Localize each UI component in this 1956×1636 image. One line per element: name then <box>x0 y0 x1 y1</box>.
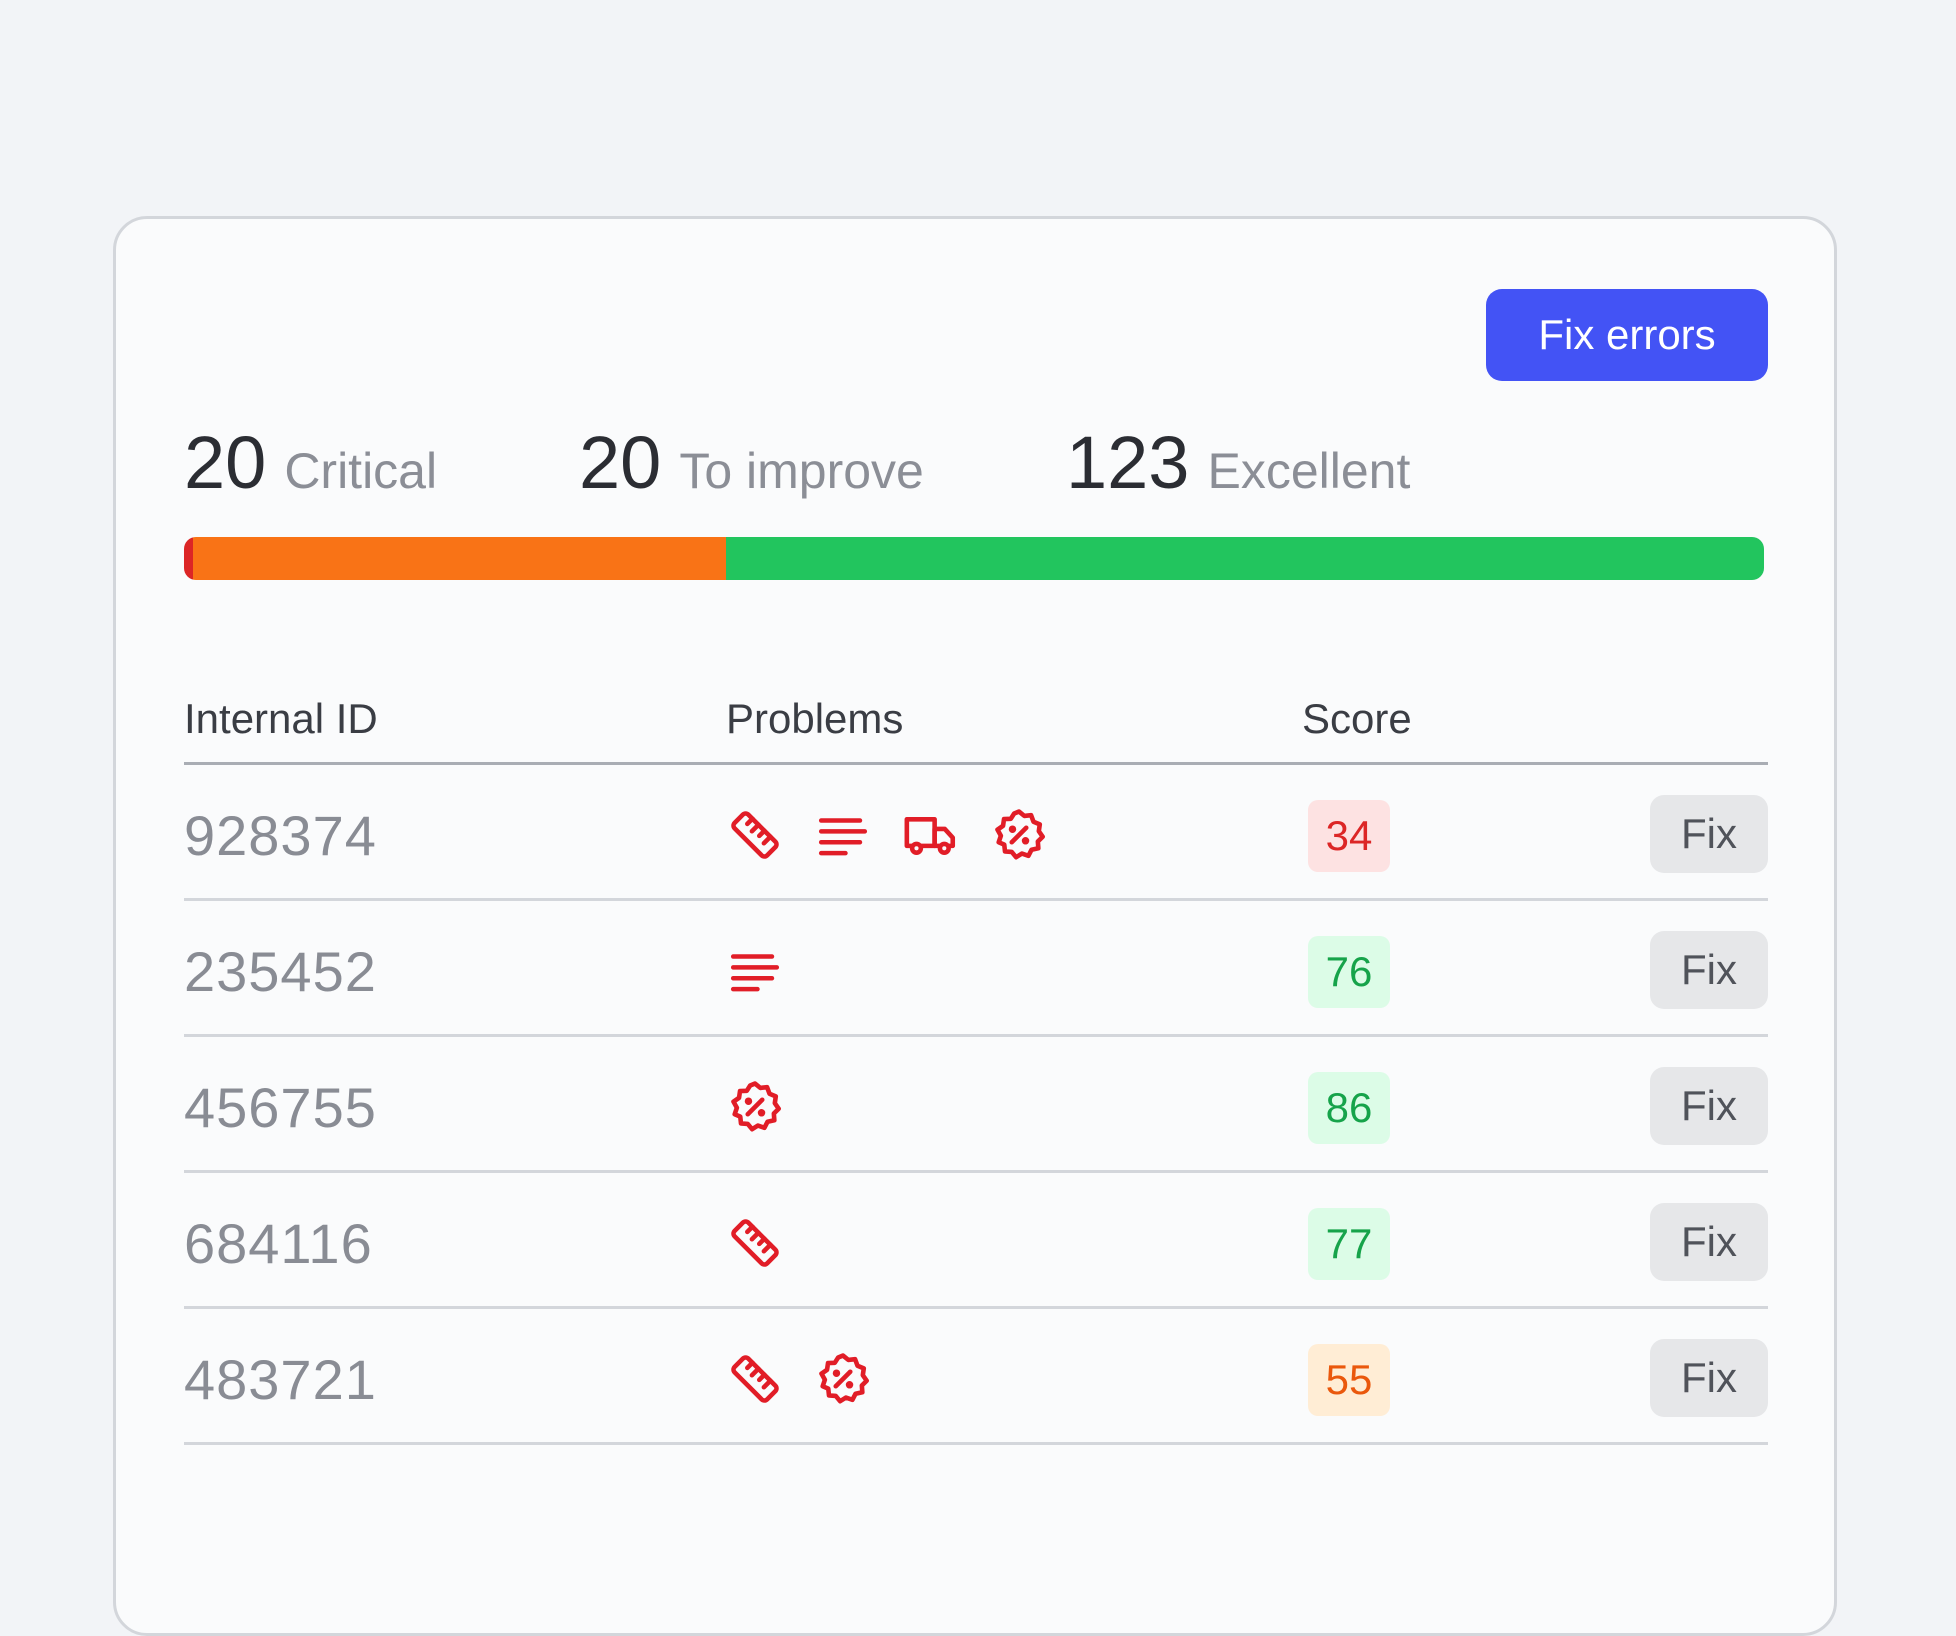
discount-badge-icon[interactable] <box>726 1078 784 1136</box>
stat-to-improve-count: 20 <box>579 421 662 504</box>
column-header-internal-id: Internal ID <box>184 695 378 742</box>
internal-id-cell: 235452 <box>184 940 377 1003</box>
fix-row-button[interactable]: Fix <box>1650 1067 1768 1145</box>
internal-id-cell: 456755 <box>184 1076 377 1139</box>
fix-row-button[interactable]: Fix <box>1650 1203 1768 1281</box>
fix-errors-button[interactable]: Fix errors <box>1486 289 1768 381</box>
problems-cell <box>726 1349 872 1409</box>
score-badge: 77 <box>1308 1208 1390 1280</box>
table-row: 456755 86 Fix <box>184 1037 1768 1173</box>
bar-segment-excellent <box>725 537 1764 580</box>
score-badge: 86 <box>1308 1072 1390 1144</box>
discount-badge-icon[interactable] <box>990 806 1048 864</box>
text-lines-icon[interactable] <box>726 942 784 1000</box>
stat-excellent-label: Excellent <box>1207 443 1411 499</box>
fix-row-button[interactable]: Fix <box>1650 795 1768 873</box>
ruler-icon[interactable] <box>726 1214 784 1272</box>
text-lines-icon[interactable] <box>814 806 872 864</box>
truck-icon[interactable] <box>902 806 960 864</box>
ruler-icon[interactable] <box>726 1350 784 1408</box>
stat-critical-label: Critical <box>284 443 438 499</box>
discount-badge-icon[interactable] <box>814 1350 872 1408</box>
problems-cell <box>726 1077 784 1137</box>
internal-id-cell: 928374 <box>184 804 377 867</box>
stat-excellent: 123 Excellent <box>1066 420 1411 504</box>
score-badge: 76 <box>1308 936 1390 1008</box>
problems-cell <box>726 1213 784 1273</box>
fix-row-button[interactable]: Fix <box>1650 1339 1768 1417</box>
bar-segment-critical <box>184 537 194 580</box>
table-row: 483721 55 Fix <box>184 1309 1768 1445</box>
column-header-problems: Problems <box>726 695 904 742</box>
internal-id-cell: 684116 <box>184 1212 373 1275</box>
stat-excellent-count: 123 <box>1066 421 1190 504</box>
table-row: 928374 34 Fix <box>184 765 1768 901</box>
table-row: 235452 76 Fix <box>184 901 1768 1037</box>
score-distribution-bar <box>184 537 1764 580</box>
fix-row-button[interactable]: Fix <box>1650 931 1768 1009</box>
problems-cell <box>726 805 1048 865</box>
column-header-score: Score <box>1302 695 1412 742</box>
internal-id-cell: 483721 <box>184 1348 377 1411</box>
stat-to-improve: 20 To improve <box>579 420 924 504</box>
stat-critical-count: 20 <box>184 421 267 504</box>
score-badge: 34 <box>1308 800 1390 872</box>
stat-to-improve-label: To improve <box>679 443 924 499</box>
bar-segment-to-improve <box>193 537 726 580</box>
ruler-icon[interactable] <box>726 806 784 864</box>
problems-cell <box>726 941 784 1001</box>
stat-critical: 20 Critical <box>184 420 438 504</box>
score-badge: 55 <box>1308 1344 1390 1416</box>
table-row: 684116 77 Fix <box>184 1173 1768 1309</box>
